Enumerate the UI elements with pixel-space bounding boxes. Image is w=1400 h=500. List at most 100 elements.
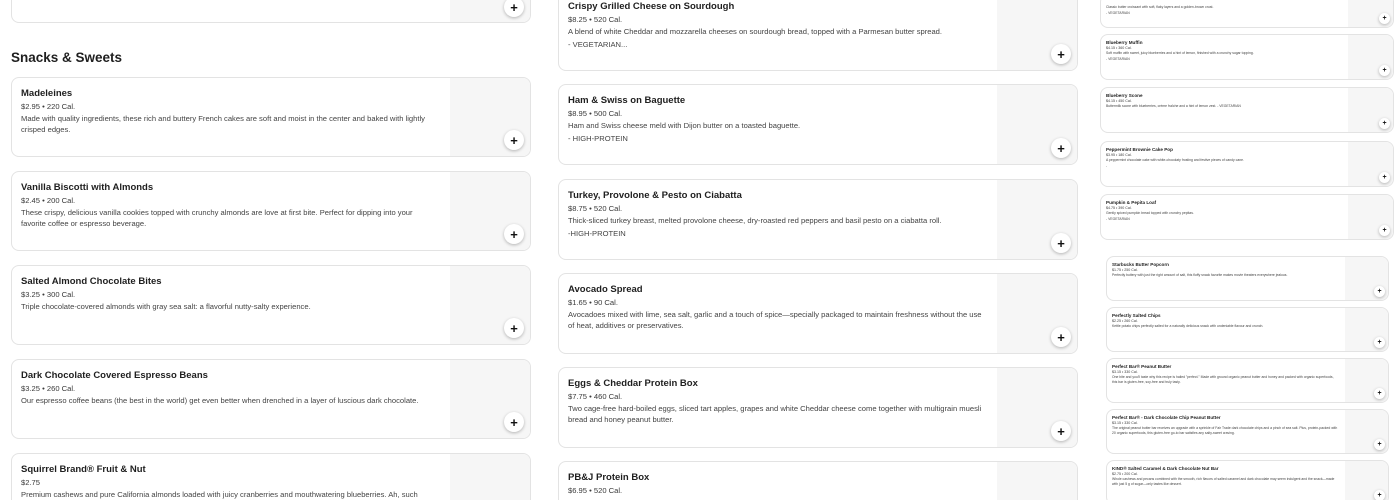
menu-card[interactable]: Vanilla Biscotti with Almonds $2.45 • 20… bbox=[11, 171, 531, 251]
item-description: Ham and Swiss cheese meld with Dijon but… bbox=[568, 121, 801, 130]
add-to-order-button[interactable]: + bbox=[1379, 118, 1390, 129]
add-to-order-button[interactable]: + bbox=[1051, 233, 1071, 253]
menu-card[interactable]: Starbucks Butter Popcorn $1.75 • 250 Cal… bbox=[1106, 256, 1389, 301]
item-description: One bite and you'll taste why this recip… bbox=[1112, 375, 1334, 384]
menu-card[interactable]: Avocado Spread $1.65 • 90 Cal. Avocadoes… bbox=[558, 273, 1078, 354]
add-to-order-button[interactable]: + bbox=[1051, 138, 1071, 158]
item-title: Blueberry Muffin bbox=[1106, 40, 1143, 45]
add-to-order-button[interactable]: + bbox=[1374, 337, 1385, 348]
add-to-order-button[interactable]: + bbox=[1374, 439, 1385, 450]
item-title: Perfectly Salted Chips bbox=[1112, 313, 1161, 318]
menu-card[interactable]: Salted Almond Chocolate Bites $3.25 • 30… bbox=[11, 265, 531, 345]
item-title: PB&J Protein Box bbox=[568, 472, 650, 483]
item-price-calories: $2.75 bbox=[21, 478, 41, 487]
add-to-order-button[interactable]: + bbox=[1374, 286, 1385, 297]
item-tag: - bbox=[1106, 164, 1108, 168]
menu-card[interactable]: Turkey, Provolone & Pesto on Ciabatta $8… bbox=[558, 179, 1078, 260]
menu-card[interactable]: Ham & Swiss on Baguette $8.95 • 500 Cal.… bbox=[558, 84, 1078, 165]
item-description: Our espresso coffee beans (the best in t… bbox=[21, 396, 419, 405]
section-title: Snacks & Sweets bbox=[11, 50, 123, 65]
add-to-order-button[interactable]: + bbox=[1379, 225, 1390, 236]
menu-card[interactable]: Pumpkin & Pepita Loaf $4.75 • 390 Cal. G… bbox=[1100, 194, 1394, 240]
item-price-calories: $8.95 • 500 Cal. bbox=[568, 109, 623, 118]
item-price-calories: $3.15 • 330 Cal. bbox=[1112, 421, 1138, 425]
item-description: Avocadoes mixed with lime, sea salt, gar… bbox=[568, 310, 982, 330]
item-price-calories: $2.25 • 260 Cal. bbox=[1112, 319, 1138, 323]
item-title: Vanilla Biscotti with Almonds bbox=[21, 182, 154, 193]
item-price-calories: $8.25 • 520 Cal. bbox=[568, 15, 623, 24]
add-to-order-button[interactable]: + bbox=[1374, 388, 1385, 399]
menu-card[interactable]: Crispy Grilled Cheese on Sourdough $8.25… bbox=[558, 0, 1078, 71]
item-title: Squirrel Brand® Fruit & Nut bbox=[21, 464, 146, 475]
item-image bbox=[997, 462, 1077, 500]
menu-page: + Snacks & Sweets Madeleines $2.95 • 220… bbox=[0, 0, 1400, 500]
item-description: Triple chocolate-covered almonds with gr… bbox=[21, 302, 311, 311]
item-title: Dark Chocolate Covered Espresso Beans bbox=[21, 370, 208, 381]
item-price-calories: $4.15 • 360 Cal. bbox=[1106, 46, 1132, 50]
item-description: Thick-sliced turkey breast, melted provo… bbox=[568, 216, 942, 225]
add-to-order-button[interactable]: + bbox=[1374, 490, 1385, 500]
item-description: A blend of white Cheddar and mozzarella … bbox=[568, 27, 943, 36]
item-price-calories: $1.65 • 90 Cal. bbox=[568, 298, 618, 307]
item-title: Ham & Swiss on Baguette bbox=[568, 95, 686, 106]
menu-card[interactable]: Perfect Bar® - Dark Chocolate Chip Peanu… bbox=[1106, 409, 1389, 454]
item-tag: - VEGETARIAN... bbox=[568, 40, 628, 49]
item-price-calories: $7.75 • 460 Cal. bbox=[568, 392, 623, 401]
item-tag: - VEGETARIAN bbox=[1106, 11, 1130, 15]
item-description: Perfectly buttery with just the right am… bbox=[1112, 273, 1288, 277]
item-description: Kettle potato chips perfectly salted for… bbox=[1112, 324, 1264, 328]
menu-card[interactable]: Blueberry Muffin $4.15 • 360 Cal. Soft m… bbox=[1100, 34, 1394, 80]
item-price-calories: $2.75 • 200 Cal. bbox=[1112, 472, 1138, 476]
menu-card[interactable]: Dark Chocolate Covered Espresso Beans $3… bbox=[11, 359, 531, 439]
item-price-calories: $3.25 • 300 Cal. bbox=[21, 290, 76, 299]
add-to-order-button[interactable]: + bbox=[1379, 13, 1390, 24]
item-description: Made with quality ingredients, these ric… bbox=[21, 114, 425, 134]
item-title: Pumpkin & Pepita Loaf bbox=[1106, 200, 1157, 205]
add-to-order-button[interactable]: + bbox=[1379, 65, 1390, 76]
menu-card[interactable]: KIND® Salted Caramel & Dark Chocolate Nu… bbox=[1106, 460, 1389, 500]
item-description: Soft muffin with sweet, juicy blueberrie… bbox=[1106, 51, 1254, 55]
item-title: Blueberry Scone bbox=[1106, 93, 1143, 98]
item-price-calories: $4.15 • 450 Cal. bbox=[1106, 99, 1132, 103]
add-to-order-button[interactable]: + bbox=[504, 224, 524, 244]
item-description: Premium cashews and pure California almo… bbox=[21, 490, 418, 499]
add-to-order-button[interactable]: + bbox=[504, 412, 524, 432]
item-price-calories: $6.95 • 520 Cal. bbox=[568, 486, 623, 495]
add-to-order-button[interactable]: + bbox=[504, 318, 524, 338]
menu-card[interactable]: Peppermint Brownie Cake Pop $3.95 • 180 … bbox=[1100, 141, 1394, 187]
item-description: Classic butter croissant with soft, flak… bbox=[1106, 5, 1214, 9]
menu-card[interactable]: Perfectly Salted Chips $2.25 • 260 Cal. … bbox=[1106, 307, 1389, 352]
item-tag: - VEGETARIAN bbox=[1106, 57, 1130, 61]
item-description: Whole cashews and pecans combined with t… bbox=[1112, 477, 1335, 486]
item-title: Perfect Bar® - Dark Chocolate Chip Peanu… bbox=[1112, 415, 1221, 420]
item-price-calories: $3.15 • 330 Cal. bbox=[1112, 370, 1138, 374]
item-tag: - VEGETARIAN bbox=[1106, 217, 1130, 221]
item-title: Salted Almond Chocolate Bites bbox=[21, 276, 162, 287]
add-to-order-button[interactable]: + bbox=[1051, 44, 1071, 64]
add-to-order-button[interactable]: + bbox=[1051, 327, 1071, 347]
item-title: Eggs & Cheddar Protein Box bbox=[568, 378, 698, 389]
menu-card[interactable]: Madeleines $2.95 • 220 Cal. Made with qu… bbox=[11, 77, 531, 157]
menu-card[interactable]: Perfect Bar® Peanut Butter $3.15 • 330 C… bbox=[1106, 358, 1389, 403]
menu-card[interactable]: Squirrel Brand® Fruit & Nut $2.75 Premiu… bbox=[11, 453, 531, 500]
menu-card[interactable]: Blueberry Scone $4.15 • 450 Cal. Butterm… bbox=[1100, 87, 1394, 133]
menu-card[interactable]: Eggs & Cheddar Protein Box $7.75 • 460 C… bbox=[558, 367, 1078, 448]
menu-card[interactable]: Classic butter croissant with soft, flak… bbox=[1100, 0, 1394, 28]
item-description: Two cage-free hard-boiled eggs, sliced t… bbox=[568, 404, 982, 424]
add-to-order-button[interactable]: + bbox=[1051, 421, 1071, 441]
add-to-order-button[interactable]: + bbox=[1379, 172, 1390, 183]
item-description: These crispy, delicious vanilla cookies … bbox=[21, 208, 413, 228]
item-title: Madeleines bbox=[21, 88, 73, 99]
menu-card-partial-top[interactable]: + bbox=[11, 0, 531, 23]
add-to-order-button[interactable]: + bbox=[504, 130, 524, 150]
item-title: Perfect Bar® Peanut Butter bbox=[1112, 364, 1172, 369]
item-description: A peppermint chocolate cake with white-c… bbox=[1106, 158, 1244, 162]
menu-card[interactable]: PB&J Protein Box $6.95 • 520 Cal. bbox=[558, 461, 1078, 500]
item-description: The original peanut butter bar receives … bbox=[1112, 426, 1338, 435]
item-price-calories: $2.45 • 200 Cal. bbox=[21, 196, 76, 205]
item-tag: -HIGH-PROTEIN bbox=[568, 229, 626, 238]
item-title: Turkey, Provolone & Pesto on Ciabatta bbox=[568, 190, 742, 201]
item-price-calories: $8.75 • 520 Cal. bbox=[568, 204, 623, 213]
item-image bbox=[450, 454, 530, 500]
item-price-calories: $1.75 • 250 Cal. bbox=[1112, 268, 1138, 272]
